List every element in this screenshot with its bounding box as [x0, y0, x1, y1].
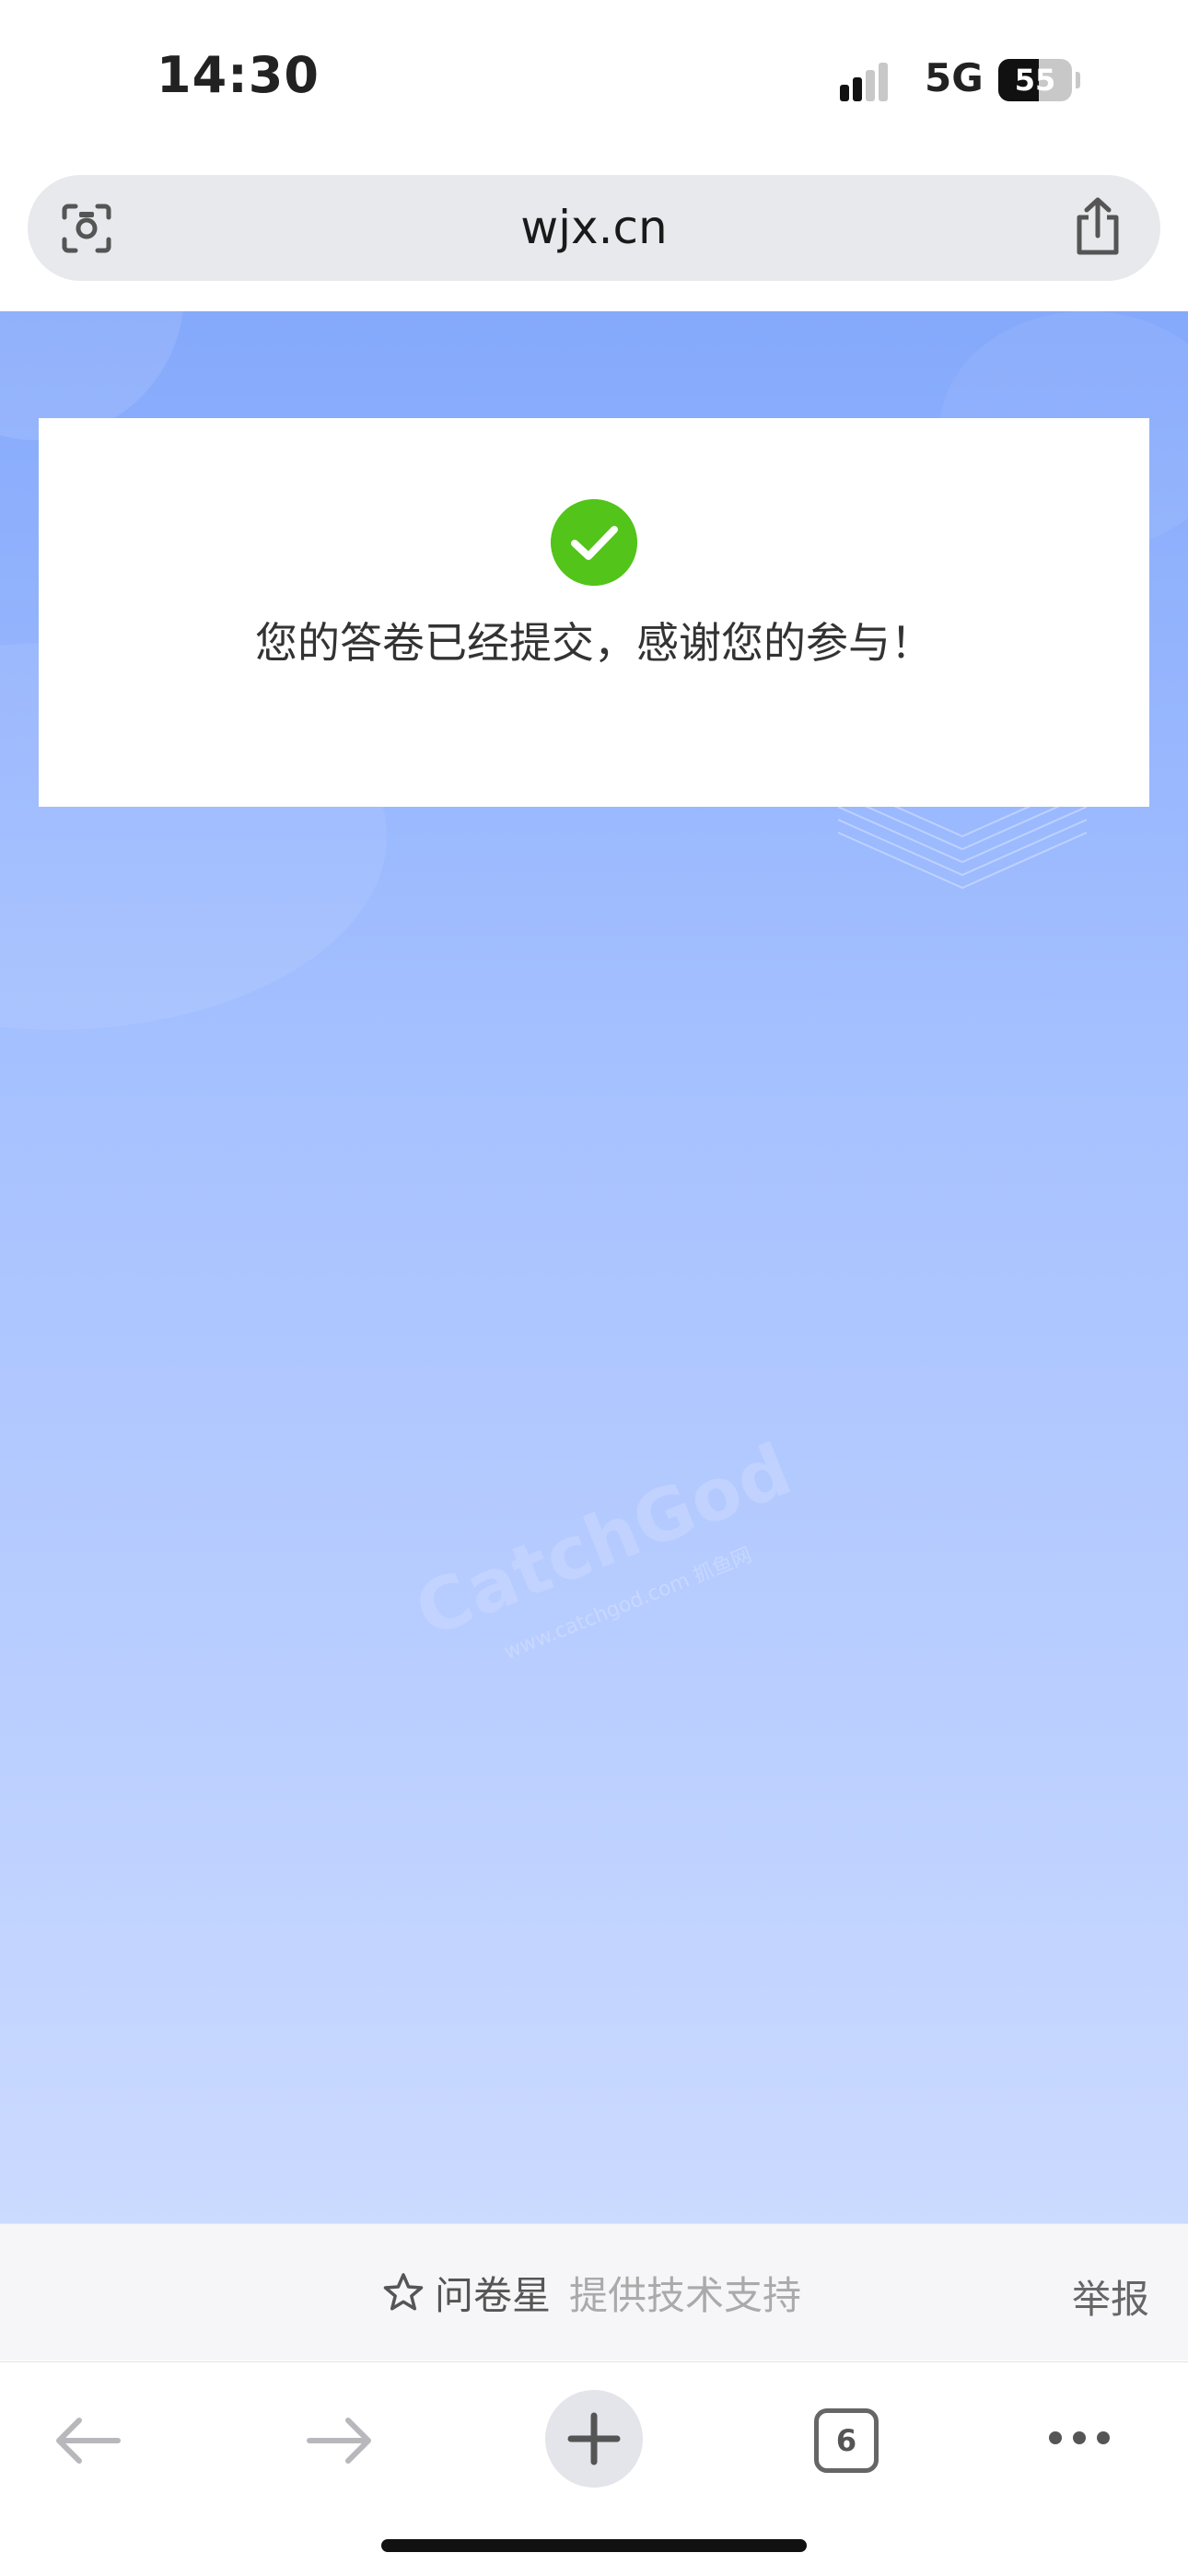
page-content: 您的答卷已经提交，感谢您的参与！ CatchGod www.catchgod.c…: [0, 311, 1188, 2223]
star-icon: [383, 2273, 424, 2311]
tabs-button[interactable]: 6: [814, 2408, 879, 2473]
status-bar: 14:30 5G 55: [0, 0, 1188, 166]
plus-icon: [567, 2412, 621, 2465]
url-text[interactable]: wjx.cn: [28, 175, 1160, 281]
browser-toolbar: 6: [0, 2361, 1188, 2576]
home-indicator: [381, 2539, 807, 2552]
back-arrow-icon[interactable]: [53, 2416, 122, 2465]
brand-name[interactable]: 问卷星: [435, 2265, 551, 2321]
battery-percent: 55: [1014, 63, 1056, 98]
result-card: 您的答卷已经提交，感谢您的参与！: [39, 418, 1149, 807]
address-bar[interactable]: wjx.cn: [28, 175, 1160, 281]
tabs-count: 6: [835, 2423, 857, 2458]
footer-credit[interactable]: 问卷星 提供技术支持: [383, 2265, 801, 2320]
new-tab-button[interactable]: [545, 2390, 643, 2488]
share-icon[interactable]: [1072, 197, 1124, 256]
support-text: 提供技术支持: [569, 2272, 802, 2318]
forward-arrow-icon[interactable]: [306, 2416, 374, 2465]
check-circle-icon: [551, 499, 637, 586]
battery-icon: 55: [998, 59, 1080, 101]
network-type: 5G: [925, 55, 984, 100]
more-icon[interactable]: [1046, 2427, 1112, 2449]
signal-icon: [840, 63, 888, 101]
page-footer: 问卷星 提供技术支持 举报: [0, 2223, 1188, 2360]
watermark: CatchGod www.catchgod.com 抓鱼网: [404, 1428, 803, 1731]
report-link[interactable]: 举报: [1072, 2268, 1149, 2325]
submission-message: 您的答卷已经提交，感谢您的参与！: [255, 618, 933, 668]
status-time: 14:30: [157, 46, 320, 104]
